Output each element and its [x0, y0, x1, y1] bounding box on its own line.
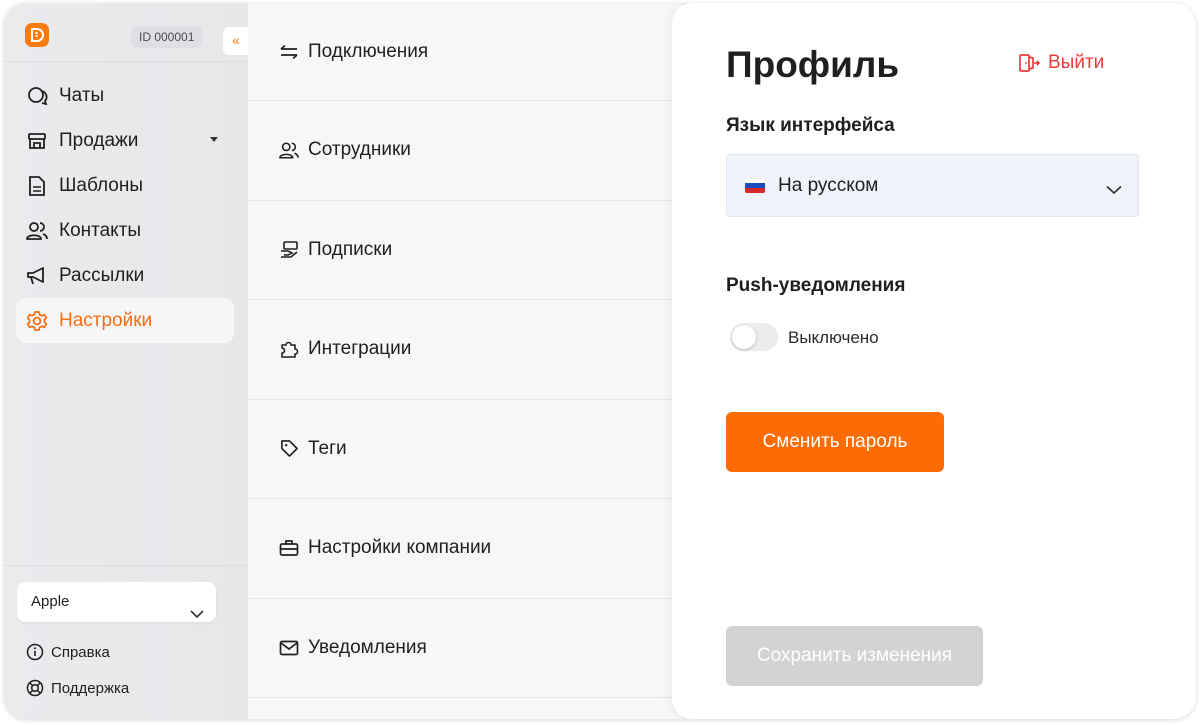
settings-menu: Подключения Сотрудники Подписки Интеграц…	[248, 3, 682, 719]
nav-item-label: Рассылки	[59, 264, 145, 286]
support-link-label: Поддержка	[51, 679, 130, 697]
language-select[interactable]: На русском	[726, 154, 1139, 217]
settings-item-label: Теги	[308, 437, 347, 459]
briefcase-icon	[278, 537, 300, 559]
users-icon	[278, 139, 300, 161]
app-logo[interactable]	[25, 23, 49, 47]
settings-item-label: Интеграции	[308, 338, 412, 360]
push-notifications-toggle[interactable]	[730, 323, 778, 351]
nav-item-chats[interactable]: Чаты	[16, 73, 234, 118]
mail-icon	[278, 637, 300, 659]
store-icon	[26, 130, 48, 152]
nav-item-settings[interactable]: Настройки	[16, 298, 234, 343]
settings-item-notifications[interactable]: Уведомления	[248, 599, 682, 698]
main-nav: Чаты Продажи Шаблоны Контакты Рассылки Н…	[16, 73, 234, 343]
toggle-knob	[732, 325, 756, 349]
settings-item-tags[interactable]: Теги	[248, 400, 682, 499]
nav-item-label: Продажи	[59, 129, 139, 151]
contacts-icon	[26, 220, 48, 242]
swap-arrows-icon	[278, 41, 300, 63]
megaphone-icon	[26, 265, 48, 287]
profile-panel: Профиль Выйти Язык интерфейса На русском…	[672, 3, 1196, 719]
divider	[4, 565, 248, 566]
russia-flag-icon	[745, 178, 765, 193]
document-icon	[26, 175, 48, 197]
money-hand-icon	[278, 239, 300, 261]
settings-item-company[interactable]: Настройки компании	[248, 499, 682, 599]
settings-item-connections[interactable]: Подключения	[248, 3, 682, 101]
collapse-sidebar-button[interactable]: «	[223, 27, 249, 55]
chat-icon	[26, 85, 48, 107]
language-label: Язык интерфейса	[726, 115, 895, 136]
sidebar: ID 000001 « Чаты Продажи Шаблоны Контакт…	[4, 3, 249, 719]
nav-item-label: Чаты	[59, 84, 105, 106]
change-password-button[interactable]: Сменить пароль	[726, 412, 944, 472]
divider	[4, 61, 248, 62]
nav-item-label: Контакты	[59, 219, 142, 241]
puzzle-icon	[278, 338, 300, 360]
logo-mark-icon	[31, 28, 44, 42]
save-changes-button[interactable]: Сохранить изменения	[726, 626, 983, 686]
settings-item-label: Сотрудники	[308, 139, 411, 161]
help-link-label: Справка	[51, 643, 110, 661]
nav-item-sales[interactable]: Продажи	[16, 118, 234, 163]
company-select-value: Apple	[31, 593, 70, 610]
chevron-down-icon[interactable]	[210, 137, 218, 142]
logout-icon	[1018, 53, 1040, 73]
nav-item-contacts[interactable]: Контакты	[16, 208, 234, 253]
chevron-down-icon	[1106, 179, 1122, 201]
push-notifications-label: Push-уведомления	[726, 275, 906, 296]
logout-label: Выйти	[1048, 52, 1105, 73]
support-link[interactable]: Поддержка	[26, 679, 129, 697]
settings-item-label: Подключения	[308, 41, 429, 62]
lifebuoy-icon	[26, 679, 44, 697]
settings-item-label: Уведомления	[308, 636, 427, 658]
info-icon	[26, 643, 44, 661]
nav-item-label: Настройки	[59, 309, 153, 331]
app-window: ID 000001 « Чаты Продажи Шаблоны Контакт…	[4, 3, 1196, 719]
nav-item-label: Шаблоны	[59, 174, 144, 196]
settings-item-employees[interactable]: Сотрудники	[248, 101, 682, 201]
push-status-label: Выключено	[788, 328, 879, 347]
nav-item-mailings[interactable]: Рассылки	[16, 253, 234, 298]
settings-item-label: Настройки компании	[308, 537, 492, 559]
settings-item-integrations[interactable]: Интеграции	[248, 300, 682, 400]
nav-item-templates[interactable]: Шаблоны	[16, 163, 234, 208]
page-title: Профиль	[726, 44, 900, 85]
help-link[interactable]: Справка	[26, 643, 110, 661]
settings-item-subscriptions[interactable]: Подписки	[248, 201, 682, 300]
settings-item-label: Подписки	[308, 238, 393, 260]
chevron-down-icon	[190, 595, 204, 635]
tag-icon	[278, 438, 300, 460]
gear-icon	[26, 310, 48, 332]
language-select-value: На русском	[778, 174, 879, 196]
logout-button[interactable]: Выйти	[1018, 52, 1104, 74]
company-select[interactable]: Apple	[17, 582, 216, 622]
account-id-badge: ID 000001	[131, 26, 203, 48]
